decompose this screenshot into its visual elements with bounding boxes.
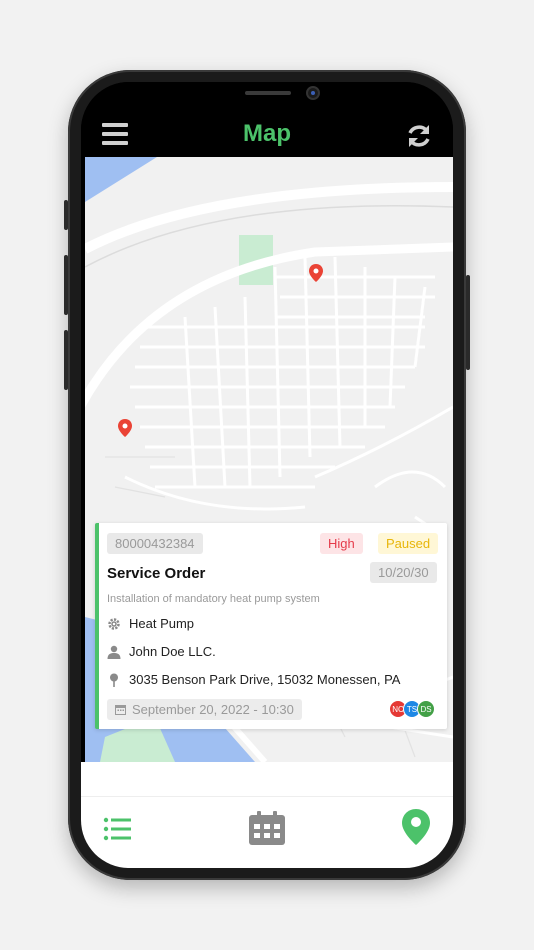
map-pin-icon[interactable] — [402, 809, 430, 845]
equipment-row: Heat Pump — [107, 616, 194, 631]
calendar-icon[interactable] — [249, 811, 285, 845]
scheduled-date: September 20, 2022 - 10:30 — [107, 699, 302, 720]
app-header: Map — [81, 82, 453, 157]
card-title: Service Order — [107, 565, 206, 582]
customer-label: John Doe LLC. — [129, 644, 216, 659]
person-icon — [107, 645, 121, 659]
customer-row: John Doe LLC. — [107, 644, 216, 659]
speaker — [245, 91, 291, 95]
card-description: Installation of mandatory heat pump syst… — [107, 593, 320, 605]
map-view[interactable]: 80000432384 High Paused Service Order 10… — [85, 157, 453, 762]
map-marker[interactable] — [309, 264, 323, 282]
screen: Map 80000432384 High Paused Service Orde… — [81, 82, 453, 868]
list-icon[interactable] — [103, 817, 131, 841]
gear-icon — [108, 617, 120, 630]
bottom-navigation — [81, 796, 453, 868]
priority-badge: High — [320, 533, 363, 554]
location-pin-icon — [110, 673, 118, 687]
calendar-icon — [115, 705, 126, 715]
order-id-badge: 80000432384 — [107, 533, 203, 554]
service-order-card[interactable]: 80000432384 High Paused Service Order 10… — [95, 523, 447, 729]
status-badge: Paused — [378, 533, 439, 554]
page-title: Map — [243, 120, 291, 147]
datetime-label: September 20, 2022 - 10:30 — [132, 702, 294, 717]
map-marker[interactable] — [118, 419, 132, 437]
refresh-icon[interactable] — [405, 122, 433, 150]
equipment-label: Heat Pump — [129, 616, 195, 631]
address-row: 3035 Benson Park Drive, 15032 Monessen, … — [107, 672, 400, 687]
date-range-badge: 10/20/30 — [370, 562, 437, 583]
avatar[interactable]: DS — [417, 700, 435, 718]
address-label: 3035 Benson Park Drive, 15032 Monessen, … — [129, 672, 401, 687]
content-spacer — [81, 762, 453, 796]
front-camera — [306, 86, 320, 100]
